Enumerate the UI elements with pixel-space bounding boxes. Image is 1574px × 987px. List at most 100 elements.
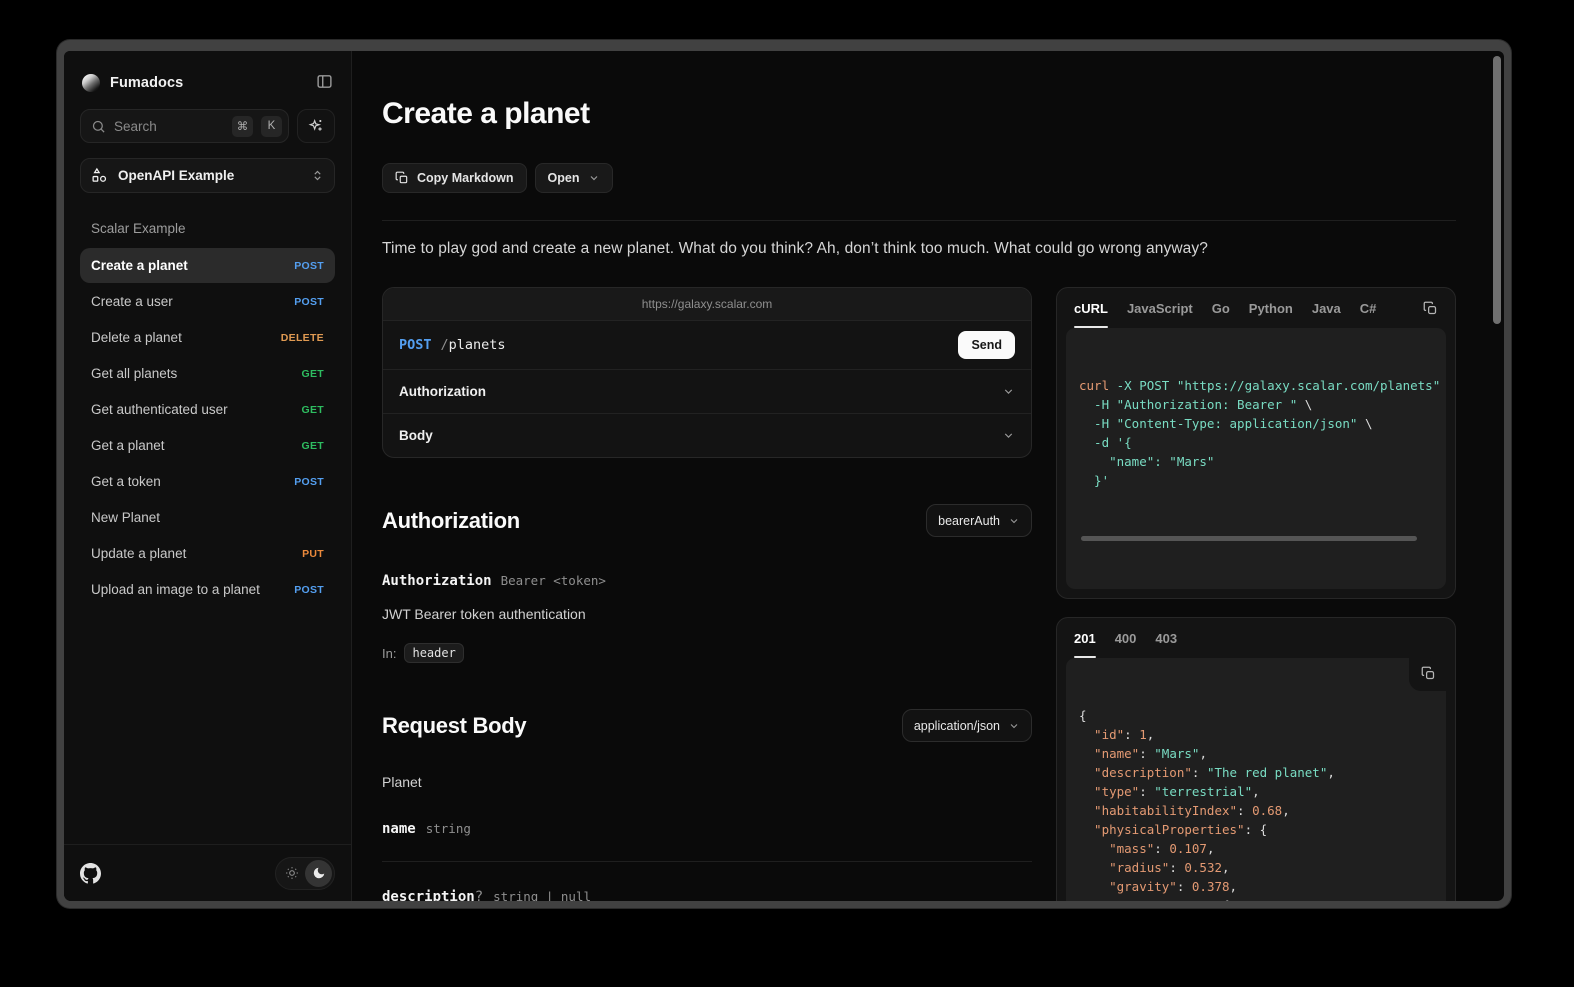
sidebar-item-new-planet[interactable]: New Planet	[80, 500, 335, 535]
chevron-down-icon	[588, 172, 600, 184]
tab-curl[interactable]: cURL	[1074, 288, 1108, 328]
sidebar-item-get-a-planet[interactable]: Get a planet GET	[80, 428, 335, 463]
sidebar-item-label: Get a token	[91, 474, 286, 489]
code-sample-tabs: cURL JavaScript Go Python Java C#	[1066, 288, 1446, 328]
ai-assistant-button[interactable]	[297, 109, 335, 143]
workspace-label: OpenAPI Example	[118, 168, 301, 183]
sidebar-item-label: Get authenticated user	[91, 402, 294, 417]
chevron-down-icon	[1002, 429, 1015, 442]
kbd-cmd: ⌘	[232, 116, 253, 137]
tab-java[interactable]: Java	[1312, 288, 1341, 328]
code-line: -d '{	[1079, 433, 1433, 452]
content-type-select[interactable]: application/json	[902, 709, 1032, 742]
code-line: "description": "The red planet",	[1079, 763, 1433, 782]
sidebar-item-create-a-user[interactable]: Create a userPOST	[80, 284, 335, 319]
sun-icon[interactable]	[278, 860, 305, 887]
api-playground: https://galaxy.scalar.com POST /planets …	[382, 287, 1032, 458]
method-badge: GET	[302, 368, 325, 380]
curl-code-block: curl -X POST "https://galaxy.scalar.com/…	[1066, 328, 1446, 589]
tab-400[interactable]: 400	[1115, 618, 1137, 658]
sidebar-item-get-a-token[interactable]: Get a token POST	[80, 464, 335, 499]
auth-param-hint: Bearer <token>	[501, 573, 606, 588]
header-divider	[382, 220, 1456, 221]
moon-icon[interactable]	[305, 860, 332, 887]
code-sample-panel: cURL JavaScript Go Python Java C# curl -X POS…	[1056, 287, 1456, 599]
property-row-name: namestring	[382, 794, 1032, 861]
property-row-description: description?string | null	[382, 861, 1032, 901]
sidebar-item-upload-an-image-to-a-planet[interactable]: Upload an image to a planetPOST	[80, 572, 335, 607]
body-collapse[interactable]: Body	[383, 413, 1031, 457]
search-placeholder: Search	[114, 119, 224, 134]
theme-toggle[interactable]	[275, 857, 335, 890]
copy-response-button[interactable]	[1409, 658, 1446, 691]
tab-201[interactable]: 201	[1074, 618, 1096, 658]
sidebar-item-label: New Planet	[91, 510, 324, 525]
sidebar-item-get-authenticated-user[interactable]: Get authenticated user GET	[80, 392, 335, 427]
code-line: "habitabilityIndex": 0.68,	[1079, 801, 1433, 820]
code-line: {	[1079, 706, 1433, 725]
send-button[interactable]: Send	[958, 331, 1015, 359]
request-path: planets	[449, 337, 506, 353]
property-list: namestringdescription?string | null	[382, 794, 1032, 901]
search-input[interactable]: Search ⌘ K	[80, 109, 289, 143]
tab-c[interactable]: C#	[1360, 288, 1377, 328]
base-url: https://galaxy.scalar.com	[383, 288, 1031, 321]
method-badge: GET	[302, 404, 325, 416]
copy-markdown-button[interactable]: Copy Markdown	[382, 163, 527, 193]
horizontal-scrollbar[interactable]	[1081, 536, 1417, 541]
main-content: Create a planet Copy Markdown Open Time …	[352, 51, 1504, 901]
sidebar-item-delete-a-planet[interactable]: Delete a planet DELETE	[80, 320, 335, 355]
search-icon	[91, 119, 106, 134]
copy-code-button[interactable]	[1423, 301, 1438, 316]
sidebar-item-create-a-planet[interactable]: Create a planetPOST	[80, 248, 335, 283]
window-scrollbar[interactable]	[1493, 56, 1501, 324]
security-scheme-select[interactable]: bearerAuth	[926, 504, 1032, 537]
sidebar-nav: Scalar Example Create a planetPOSTCreate…	[80, 193, 335, 844]
sidebar-item-label: Get a planet	[91, 438, 294, 453]
search-row: Search ⌘ K	[80, 109, 335, 143]
property-name: description	[382, 889, 475, 901]
code-line: "gravity": 0.378,	[1079, 877, 1433, 896]
authorization-section-title: Authorization	[382, 508, 520, 534]
workspace-selector[interactable]: OpenAPI Example	[80, 158, 335, 193]
tab-403[interactable]: 403	[1155, 618, 1177, 658]
sidebar-footer	[64, 844, 351, 901]
sidebar-collapse-button[interactable]	[316, 73, 333, 93]
sidebar-item-label: Delete a planet	[91, 330, 273, 345]
sparkles-icon	[308, 118, 324, 134]
open-button[interactable]: Open	[535, 163, 613, 193]
tab-go[interactable]: Go	[1212, 288, 1230, 328]
tab-python[interactable]: Python	[1249, 288, 1293, 328]
in-label: In:	[382, 646, 396, 661]
method-badge: DELETE	[281, 332, 324, 344]
sidebar-item-update-a-planet[interactable]: Update a planetPUT	[80, 536, 335, 571]
tab-javascript[interactable]: JavaScript	[1127, 288, 1193, 328]
authorization-section: Authorization bearerAuth AuthorizationBe…	[382, 504, 1032, 663]
brand-title: Fumadocs	[110, 75, 306, 91]
method-badge: PUT	[302, 548, 324, 560]
body-collapse-label: Body	[399, 428, 433, 443]
sidebar-item-label: Create a user	[91, 294, 286, 309]
sidebar-item-get-all-planets[interactable]: Get all planetsGET	[80, 356, 335, 391]
github-icon[interactable]	[80, 863, 101, 884]
request-body-title: Request Body	[382, 713, 526, 739]
auth-description: JWT Bearer token authentication	[382, 606, 1032, 622]
authorization-collapse[interactable]: Authorization	[383, 369, 1031, 413]
kbd-k: K	[261, 116, 282, 137]
page-actions: Copy Markdown Open	[382, 163, 1456, 193]
nav-section-label: Scalar Example	[80, 215, 335, 248]
schema-name: Planet	[382, 774, 1032, 790]
page-title: Create a planet	[382, 97, 1456, 131]
property-type: string | null	[493, 889, 591, 901]
nav-list: Create a planetPOSTCreate a userPOSTDele…	[80, 248, 335, 607]
copy-markdown-label: Copy Markdown	[417, 171, 514, 185]
method-badge: POST	[294, 260, 324, 272]
method-badge: GET	[302, 440, 325, 452]
code-line: }'	[1079, 471, 1433, 490]
content-type-value: application/json	[914, 719, 1000, 733]
in-value-chip: header	[404, 643, 463, 663]
chevron-down-icon	[1008, 720, 1020, 732]
authorization-collapse-label: Authorization	[399, 384, 486, 399]
chevron-up-down-icon	[311, 169, 324, 182]
method-badge: POST	[294, 476, 324, 488]
